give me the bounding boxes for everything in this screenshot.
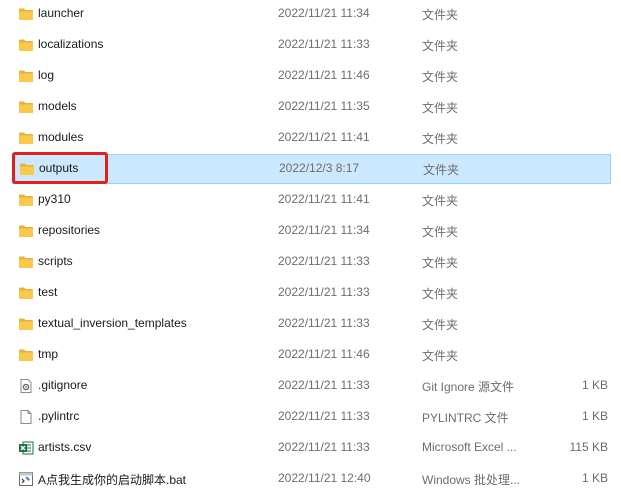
folder-icon	[18, 285, 34, 301]
file-name: launcher	[38, 6, 85, 20]
date-modified: 2022/11/21 11:34	[278, 223, 370, 237]
file-row[interactable]: py310 2022/11/21 11:41 文件夹	[0, 185, 621, 215]
blank-file-icon	[18, 409, 34, 425]
file-list: launcher 2022/11/21 11:34 文件夹 localizations…	[0, 0, 621, 496]
folder-icon	[18, 223, 34, 239]
date-modified: 2022/11/21 11:41	[278, 192, 370, 206]
folder-icon	[18, 130, 34, 146]
file-name: models	[38, 99, 77, 113]
date-modified: 2022/11/21 11:41	[278, 130, 370, 144]
file-size: 115 KB	[569, 440, 608, 454]
file-row[interactable]: tmp 2022/11/21 11:46 文件夹	[0, 340, 621, 370]
date-modified: 2022/11/21 11:33	[278, 409, 370, 423]
date-modified: 2022/11/21 11:35	[278, 99, 370, 113]
date-modified: 2022/11/21 11:46	[278, 68, 370, 82]
file-type: 文件夹	[422, 318, 459, 332]
gitignore-file-icon	[18, 378, 34, 394]
file-row[interactable]: artists.csv 2022/11/21 11:33 Microsoft Exc…	[0, 433, 621, 463]
excel-file-icon	[18, 440, 34, 456]
file-name: py310	[38, 192, 71, 206]
file-type: 文件夹	[422, 8, 459, 22]
file-name: .pylintrc	[38, 409, 80, 423]
file-name: tmp	[38, 347, 59, 361]
file-type: 文件夹	[422, 287, 459, 301]
file-row[interactable]: launcher 2022/11/21 11:34 文件夹	[0, 0, 621, 29]
file-type: Git Ignore 源文件	[422, 380, 515, 394]
file-type: 文件夹	[422, 256, 459, 270]
date-modified: 2022/11/21 11:33	[278, 316, 370, 330]
file-name: textual_inversion_templates	[38, 316, 187, 330]
file-name: log	[38, 68, 55, 82]
date-modified: 2022/11/21 11:33	[278, 440, 370, 454]
folder-icon	[18, 37, 34, 53]
file-name: scripts	[38, 254, 73, 268]
file-type: 文件夹	[423, 163, 460, 177]
file-type: Microsoft Excel ...	[422, 440, 517, 454]
date-modified: 2022/12/3 8:17	[279, 161, 360, 175]
file-row[interactable]: test 2022/11/21 11:33 文件夹	[0, 278, 621, 308]
date-modified: 2022/11/21 11:34	[278, 6, 370, 20]
folder-icon	[18, 68, 34, 84]
file-size: 1 KB	[581, 409, 608, 423]
folder-icon	[18, 254, 34, 270]
file-type: 文件夹	[422, 39, 459, 53]
date-modified: 2022/11/21 12:40	[278, 471, 371, 485]
file-name: A点我生成你的启动脚本.bat	[38, 473, 187, 487]
file-row[interactable]: models 2022/11/21 11:35 文件夹	[0, 92, 621, 122]
file-type: 文件夹	[422, 70, 459, 84]
date-modified: 2022/11/21 11:33	[278, 37, 370, 51]
file-type: 文件夹	[422, 194, 459, 208]
file-size: 1 KB	[581, 471, 608, 485]
date-modified: 2022/11/21 11:33	[278, 285, 370, 299]
folder-icon	[18, 6, 34, 22]
file-name: test	[38, 285, 58, 299]
file-name: .gitignore	[38, 378, 88, 392]
folder-icon	[18, 192, 34, 208]
file-row[interactable]: .gitignore 2022/11/21 11:33 Git Ignore 源文件…	[0, 371, 621, 401]
file-type: 文件夹	[422, 132, 459, 146]
date-modified: 2022/11/21 11:46	[278, 347, 370, 361]
file-name: artists.csv	[38, 440, 92, 454]
batch-file-icon	[18, 471, 34, 487]
folder-icon	[18, 316, 34, 332]
file-row[interactable]: modules 2022/11/21 11:41 文件夹	[0, 123, 621, 153]
file-type: 文件夹	[422, 349, 459, 363]
file-type: 文件夹	[422, 225, 459, 239]
file-row[interactable]: textual_inversion_templates 2022/11/21 11…	[0, 309, 621, 339]
folder-icon	[18, 99, 34, 115]
file-row[interactable]: scripts 2022/11/21 11:33 文件夹	[0, 247, 621, 277]
file-type: 文件夹	[422, 101, 459, 115]
file-row[interactable]: log 2022/11/21 11:46 文件夹	[0, 61, 621, 91]
red-annotation-box	[12, 152, 108, 184]
file-row[interactable]: .pylintrc 2022/11/21 11:33 PYLINTRC 文件 1 KB	[0, 402, 621, 432]
date-modified: 2022/11/21 11:33	[278, 378, 370, 392]
file-size: 1 KB	[581, 378, 608, 392]
file-name: localizations	[38, 37, 104, 51]
file-name: repositories	[38, 223, 101, 237]
date-modified: 2022/11/21 11:33	[278, 254, 370, 268]
file-type: Windows 批处理...	[422, 473, 521, 487]
file-row[interactable]: A点我生成你的启动脚本.bat 2022/11/21 12:40 Windows 批…	[0, 464, 621, 494]
folder-icon	[18, 347, 34, 363]
file-row[interactable]: localizations 2022/11/21 11:33 文件夹	[0, 30, 621, 60]
file-name: modules	[38, 130, 84, 144]
file-type: PYLINTRC 文件	[422, 411, 509, 425]
file-row[interactable]: repositories 2022/11/21 11:34 文件夹	[0, 216, 621, 246]
